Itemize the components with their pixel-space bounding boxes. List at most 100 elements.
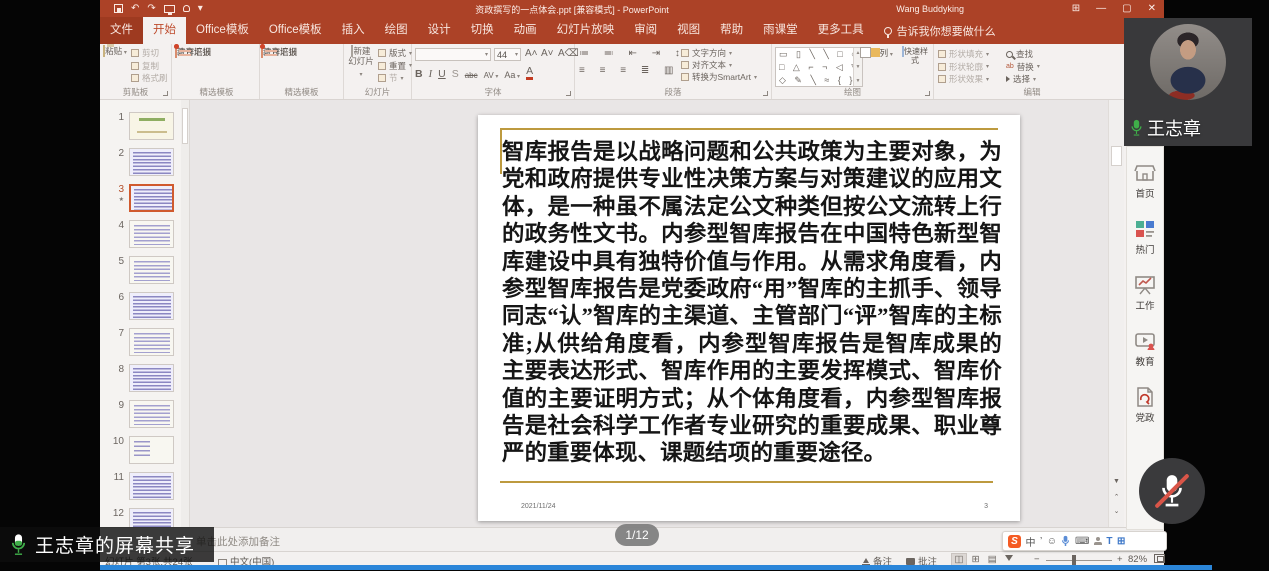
font-name-combo[interactable]: ▾	[415, 48, 491, 61]
thumbnail-scrollbar-thumb[interactable]	[182, 108, 188, 144]
slide-thumbnail[interactable]: 11	[100, 472, 189, 508]
font-size-combo[interactable]: 44 ▾	[494, 48, 521, 61]
slide-thumbnail[interactable]: 1	[100, 112, 189, 148]
clipboard-command[interactable]: 剪切	[131, 47, 168, 60]
ribbon-display-options-icon[interactable]: ⊞	[1072, 3, 1080, 14]
shape-gallery[interactable]: ▭ ▯ ╲ ╲ □ ○ □ △ ⌐ ¬ ◁ ▽ ◇ ✎ ╲ ≈ { } ▲ ▼ ▼	[775, 47, 863, 87]
ribbon-tab[interactable]: 开始	[143, 17, 186, 44]
ribbon-tab[interactable]: Office模板	[259, 17, 332, 44]
bold-button[interactable]: B	[415, 68, 423, 80]
tell-me-box[interactable]: 告诉我你想要做什么	[883, 17, 996, 44]
clipboard-command[interactable]: 格式刷	[131, 72, 168, 85]
dock-item-hot[interactable]: 热门	[1127, 209, 1163, 265]
editor-scrollbar-thumb[interactable]	[1111, 146, 1122, 166]
paragraph-command[interactable]: 转换为SmartArt ▾	[681, 71, 769, 83]
slide-thumbnail[interactable]: 9	[100, 400, 189, 436]
select-button[interactable]: 选择 ▾	[1006, 73, 1040, 86]
alignment-icons[interactable]: ≡ ≡ ≡ ≣ ▥	[579, 65, 679, 76]
paragraph-command[interactable]: 文字方向 ▾	[681, 47, 769, 59]
slides-command[interactable]: 版式 ▾	[378, 47, 412, 60]
shape-format-command[interactable]: 形状效果 ▾	[938, 73, 989, 86]
underline-button[interactable]: U	[438, 68, 446, 80]
ime-skin-icon[interactable]: T	[1106, 536, 1112, 547]
ribbon-tab[interactable]: 更多工具	[808, 17, 874, 44]
quick-styles-button[interactable]: 快速样式	[899, 46, 931, 65]
reading-view-icon[interactable]: ▤	[985, 554, 999, 565]
paragraph-command[interactable]: 对齐文本 ▾	[681, 59, 769, 71]
ribbon-tab[interactable]: 审阅	[624, 17, 667, 44]
close-button[interactable]: ✕	[1148, 3, 1156, 14]
drawing-dialog-launcher[interactable]	[925, 91, 930, 96]
fit-to-window-icon[interactable]	[1154, 554, 1165, 565]
mute-microphone-button[interactable]	[1139, 458, 1205, 524]
ribbon-tab[interactable]: 切换	[461, 17, 504, 44]
slide-thumbnail[interactable]: 3 ★	[100, 184, 189, 220]
ribbon-tab[interactable]: 插入	[332, 17, 375, 44]
participant-video-tile[interactable]: 王志章	[1124, 18, 1252, 146]
ime-punctuation-toggle[interactable]: ’	[1040, 536, 1042, 547]
ribbon-tab[interactable]: 幻灯片放映	[547, 17, 625, 44]
template-button[interactable]: 教育培训	[174, 46, 212, 58]
clipboard-command[interactable]: 复制	[131, 60, 168, 73]
slide-thumbnail[interactable]: 10	[100, 436, 189, 472]
ribbon-tab[interactable]: 视图	[667, 17, 710, 44]
ribbon-tab[interactable]: Office模板	[186, 17, 259, 44]
italic-button[interactable]: I	[429, 69, 433, 80]
slide-thumbnail[interactable]: 12	[100, 508, 189, 527]
shape-format-command[interactable]: 形状填充 ▾	[938, 48, 989, 61]
zoom-level[interactable]: 82%	[1128, 554, 1147, 565]
slide-thumbnail[interactable]: 4	[100, 220, 189, 256]
sogou-logo-icon[interactable]: S	[1008, 534, 1021, 548]
font-color-button[interactable]: A	[526, 65, 534, 80]
slides-command[interactable]: 重置 ▾	[378, 60, 412, 73]
shape-format-command[interactable]: 形状轮廓 ▾	[938, 61, 989, 74]
decrease-font-icon[interactable]: A˅	[541, 48, 554, 59]
ribbon-tab[interactable]: 绘图	[375, 17, 418, 44]
slide-thumbnail[interactable]: 6	[100, 292, 189, 328]
slide-thumbnail[interactable]: 2	[100, 148, 189, 184]
dock-item-work[interactable]: 工作	[1127, 265, 1163, 321]
scroll-down-icon[interactable]: ▼	[1109, 477, 1124, 487]
paste-button[interactable]: 粘贴 ▾	[102, 45, 128, 58]
paragraph-row1-icons[interactable]: ≔ ≕ ⇤ ⇥ ↕	[579, 48, 686, 59]
zoom-slider-track[interactable]	[1046, 560, 1112, 561]
replace-button[interactable]: ab 替换 ▾	[1006, 61, 1040, 74]
slide-sorter-icon[interactable]: ⊞	[969, 554, 983, 565]
current-slide[interactable]: 智库报告是以战略问题和公共政策为主要对象，为党和政府提供专业性决策方案与对策建议…	[478, 115, 1020, 521]
paragraph-dialog-launcher[interactable]	[763, 91, 768, 96]
zoom-in-icon[interactable]: +	[1117, 554, 1123, 565]
change-case-button[interactable]: Aa ▾	[504, 70, 520, 80]
increase-font-icon[interactable]: A˄	[525, 48, 538, 59]
slide-thumbnail[interactable]: 8	[100, 364, 189, 400]
slide-body-text[interactable]: 智库报告是以战略问题和公共政策为主要对象，为党和政府提供专业性决策方案与对策建议…	[502, 138, 1002, 467]
slide-thumbnail[interactable]: 7	[100, 328, 189, 364]
clipboard-dialog-launcher[interactable]	[163, 91, 168, 96]
previous-slide-icon[interactable]: ⌃	[1109, 493, 1124, 503]
dock-item-home[interactable]: 首页	[1127, 153, 1163, 209]
ribbon-tab[interactable]: 设计	[418, 17, 461, 44]
ime-mode-toggle[interactable]: 中	[1026, 534, 1036, 549]
editor-scrollbar[interactable]: ▼ ⌃ ⌄	[1108, 100, 1124, 527]
slides-command[interactable]: 节 ▾	[378, 72, 412, 85]
ime-keyboard-icon[interactable]: ⌨	[1075, 536, 1089, 547]
arrange-button[interactable]: 排列 ▾	[867, 47, 897, 59]
ribbon-tab[interactable]: 文件	[100, 17, 143, 44]
ime-toolbox-icon[interactable]: ⊞	[1117, 536, 1125, 547]
next-slide-icon[interactable]: ⌄	[1109, 507, 1124, 517]
slide-thumbnail[interactable]: 5	[100, 256, 189, 292]
thumbnail-scrollbar[interactable]	[181, 100, 189, 527]
dock-item-party-gov[interactable]: 党政	[1127, 377, 1163, 433]
ribbon-tab[interactable]: 帮助	[710, 17, 753, 44]
slideshow-icon[interactable]	[1002, 554, 1016, 565]
ime-account-icon[interactable]	[1093, 537, 1102, 545]
template-button[interactable]: 教育培训	[260, 46, 298, 58]
strikethrough-button[interactable]: abc	[465, 71, 478, 80]
minimize-button[interactable]: —	[1096, 3, 1106, 14]
character-spacing-button[interactable]: AV ▾	[484, 71, 499, 80]
ribbon-tab[interactable]: 雨课堂	[753, 17, 808, 44]
font-dialog-launcher[interactable]	[566, 91, 571, 96]
restore-button[interactable]: ▢	[1122, 3, 1131, 14]
new-slide-button[interactable]: 新建 幻灯片 ▾	[346, 45, 376, 80]
text-shadow-button[interactable]: S	[452, 68, 459, 80]
zoom-out-icon[interactable]: −	[1034, 554, 1040, 565]
